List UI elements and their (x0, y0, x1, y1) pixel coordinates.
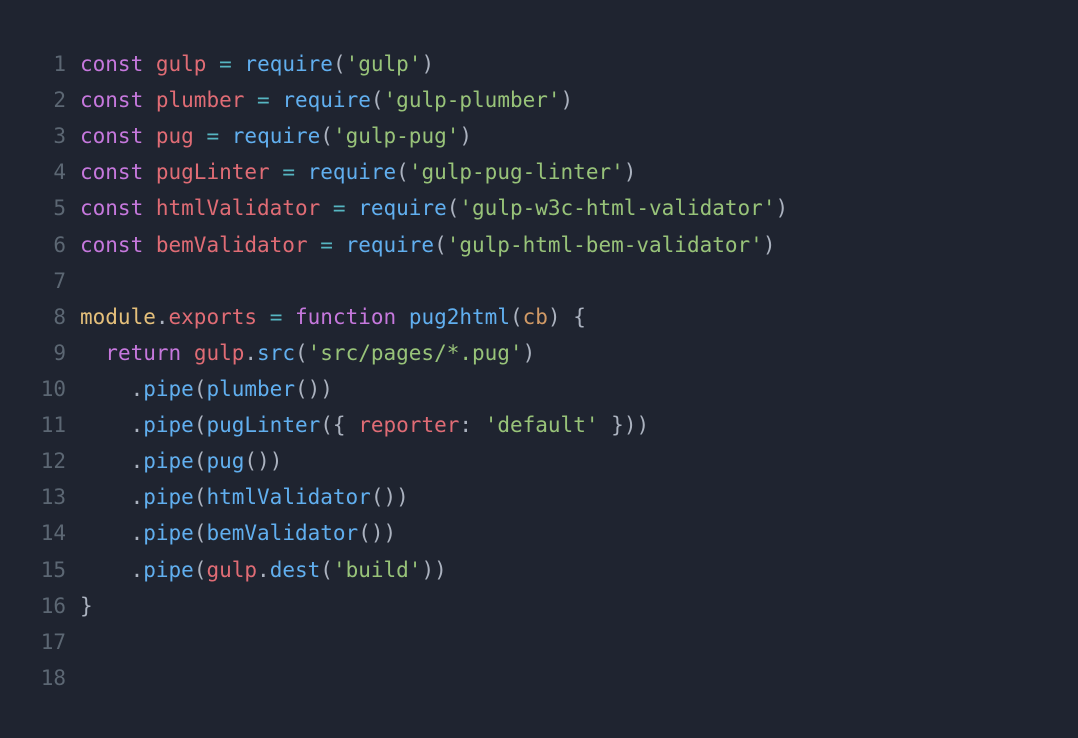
line-content (80, 263, 1078, 299)
line-content: .pipe(pug()) (80, 443, 1078, 479)
line-content: const pug = require('gulp-pug') (80, 118, 1078, 154)
line-number: 1 (0, 46, 80, 82)
line-number: 16 (0, 588, 80, 624)
code-line: 16} (0, 588, 1078, 624)
code-line: 15 .pipe(gulp.dest('build')) (0, 552, 1078, 588)
code-line: 6const bemValidator = require('gulp-html… (0, 227, 1078, 263)
line-content: const pugLinter = require('gulp-pug-lint… (80, 154, 1078, 190)
code-line: 18 (0, 660, 1078, 696)
code-line: 5const htmlValidator = require('gulp-w3c… (0, 190, 1078, 226)
line-content: .pipe(bemValidator()) (80, 515, 1078, 551)
code-line: 7 (0, 263, 1078, 299)
line-content: const plumber = require('gulp-plumber') (80, 82, 1078, 118)
line-number: 5 (0, 190, 80, 226)
code-line: 8module.exports = function pug2html(cb) … (0, 299, 1078, 335)
line-content (80, 660, 1078, 696)
line-content (80, 624, 1078, 660)
line-number: 17 (0, 624, 80, 660)
code-line: 9 return gulp.src('src/pages/*.pug') (0, 335, 1078, 371)
line-content: const htmlValidator = require('gulp-w3c-… (80, 190, 1078, 226)
line-content: .pipe(plumber()) (80, 371, 1078, 407)
line-content: } (80, 588, 1078, 624)
line-content: .pipe(pugLinter({ reporter: 'default' })… (80, 407, 1078, 443)
code-line: 17 (0, 624, 1078, 660)
code-line: 13 .pipe(htmlValidator()) (0, 479, 1078, 515)
line-content: const bemValidator = require('gulp-html-… (80, 227, 1078, 263)
line-number: 9 (0, 335, 80, 371)
line-number: 3 (0, 118, 80, 154)
line-content: .pipe(gulp.dest('build')) (80, 552, 1078, 588)
code-line: 12 .pipe(pug()) (0, 443, 1078, 479)
code-line: 14 .pipe(bemValidator()) (0, 515, 1078, 551)
line-content: .pipe(htmlValidator()) (80, 479, 1078, 515)
code-line: 1const gulp = require('gulp') (0, 46, 1078, 82)
line-content: return gulp.src('src/pages/*.pug') (80, 335, 1078, 371)
line-number: 7 (0, 263, 80, 299)
code-line: 11 .pipe(pugLinter({ reporter: 'default'… (0, 407, 1078, 443)
line-number: 18 (0, 660, 80, 696)
line-number: 4 (0, 154, 80, 190)
line-number: 10 (0, 371, 80, 407)
line-number: 14 (0, 515, 80, 551)
line-content: module.exports = function pug2html(cb) { (80, 299, 1078, 335)
code-line: 4const pugLinter = require('gulp-pug-lin… (0, 154, 1078, 190)
line-number: 6 (0, 227, 80, 263)
line-content: const gulp = require('gulp') (80, 46, 1078, 82)
code-line: 2const plumber = require('gulp-plumber') (0, 82, 1078, 118)
code-editor: 1const gulp = require('gulp')2const plum… (0, 46, 1078, 696)
line-number: 2 (0, 82, 80, 118)
code-line: 3const pug = require('gulp-pug') (0, 118, 1078, 154)
line-number: 12 (0, 443, 80, 479)
line-number: 15 (0, 552, 80, 588)
line-number: 8 (0, 299, 80, 335)
line-number: 13 (0, 479, 80, 515)
code-line: 10 .pipe(plumber()) (0, 371, 1078, 407)
line-number: 11 (0, 407, 80, 443)
